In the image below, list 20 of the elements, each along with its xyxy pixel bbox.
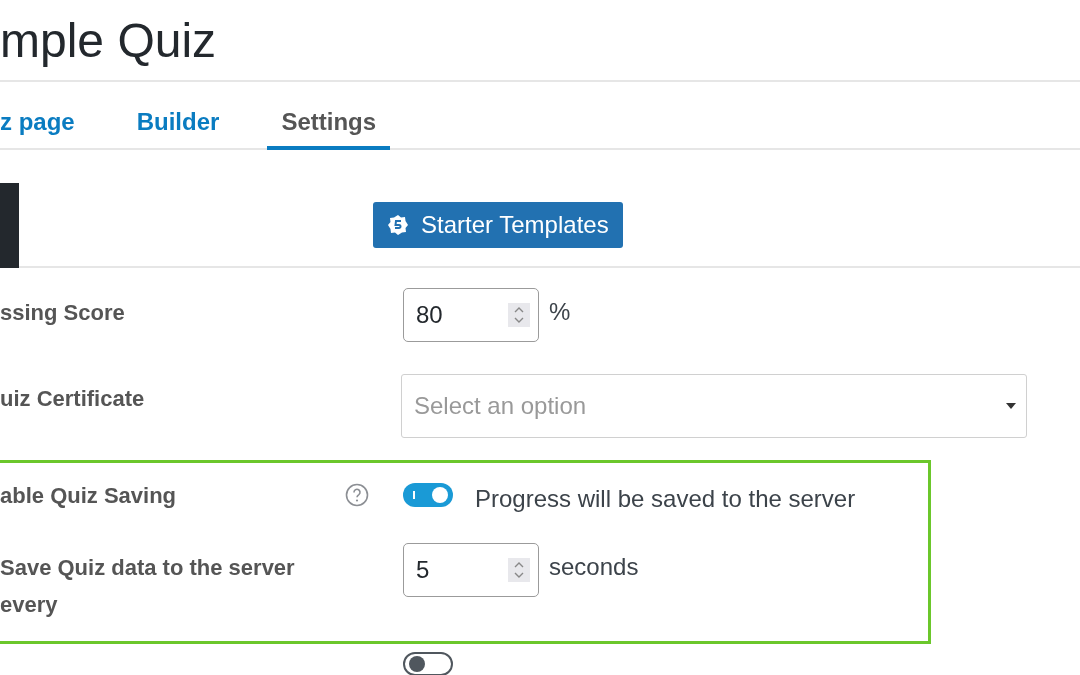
setting-label: able Quiz Saving	[0, 482, 178, 510]
number-field[interactable]: 80	[403, 288, 539, 342]
setting-description: Progress will be saved to the server	[475, 485, 856, 513]
tab[interactable]: Builder	[122, 108, 234, 150]
dropdown-caret-icon	[1006, 403, 1016, 409]
unit-label: %	[549, 298, 571, 326]
badge-icon	[387, 214, 409, 236]
tab[interactable]: Settings	[267, 108, 391, 150]
certificate-select[interactable]: Select an option	[401, 374, 1027, 438]
help-icon[interactable]	[345, 483, 369, 507]
unit-label: seconds	[549, 553, 639, 581]
toggle-switch[interactable]	[403, 652, 453, 675]
setting-label: ssing Score	[0, 299, 126, 327]
setting-label: uiz Certificate	[0, 385, 146, 413]
page-title: mple Quiz	[0, 13, 217, 69]
tab[interactable]: z page	[0, 108, 89, 150]
starter-templates-button[interactable]: Starter Templates	[373, 202, 623, 248]
setting-label: Save Quiz data to the server every	[0, 554, 296, 619]
number-field[interactable]: 5	[403, 543, 539, 597]
toggle-switch[interactable]	[403, 483, 453, 507]
